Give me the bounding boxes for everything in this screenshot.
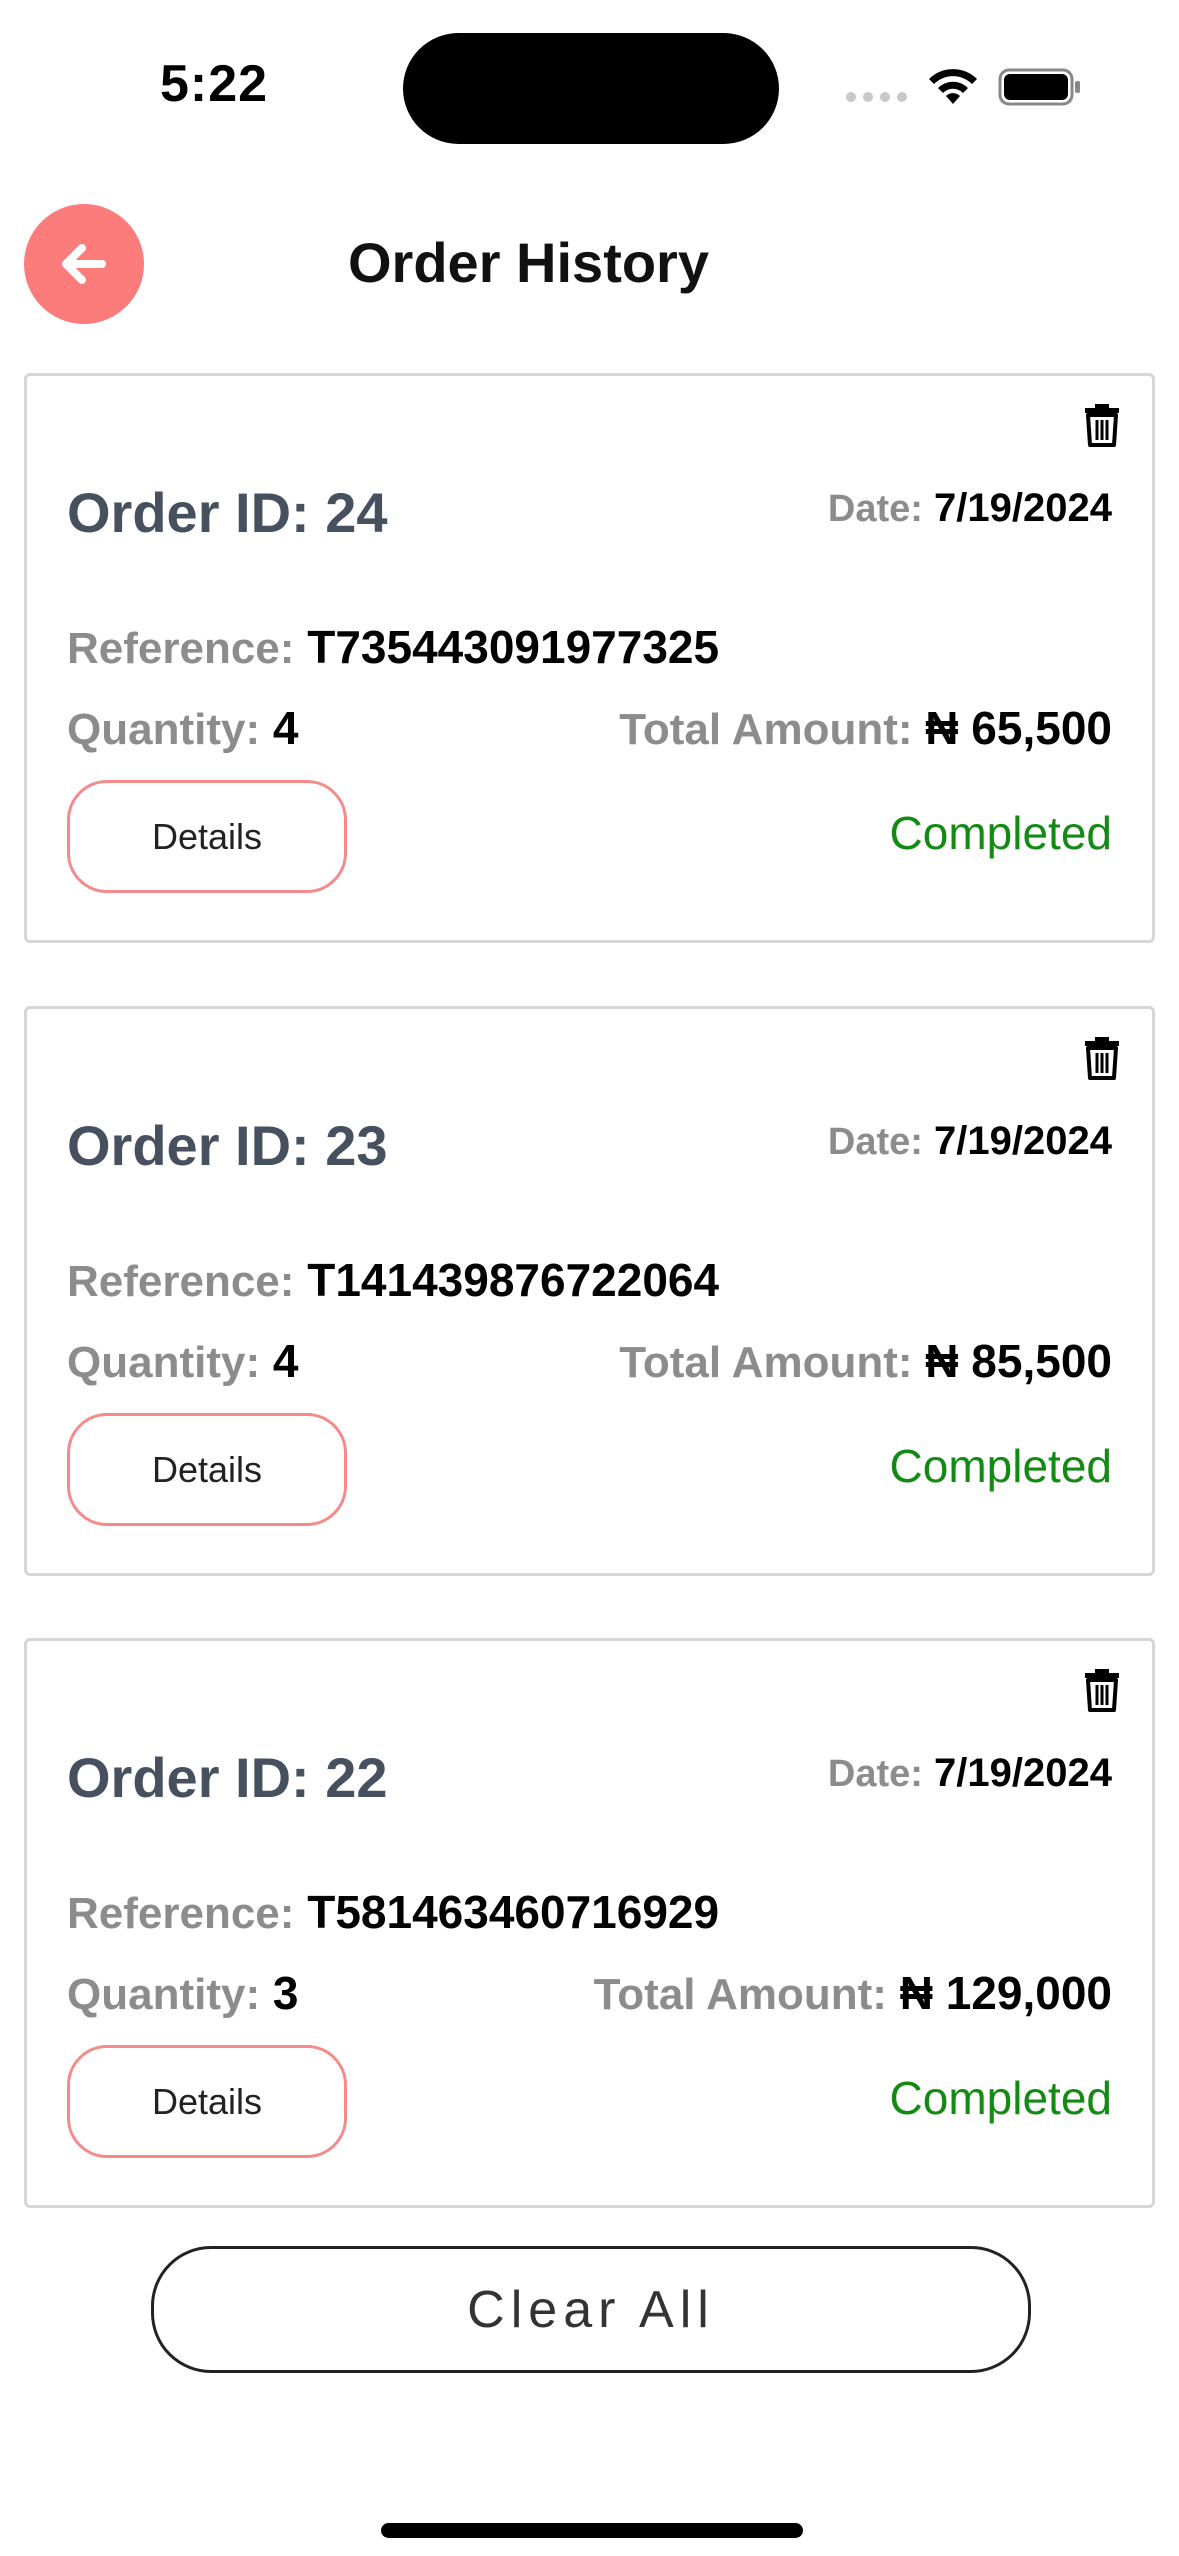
reference-value: T581463460716929 <box>307 1886 720 1938</box>
back-button[interactable] <box>24 204 144 324</box>
home-indicator[interactable] <box>381 2523 803 2538</box>
order-date: Date: 7/19/2024 <box>828 1119 1112 1164</box>
quantity-value: 3 <box>272 1967 299 2019</box>
order-id: Order ID: 22 <box>67 1746 388 1809</box>
order-date: Date: 7/19/2024 <box>828 486 1112 531</box>
amount-value: ₦ 65,500 <box>925 702 1112 754</box>
trash-icon[interactable] <box>1082 1665 1122 1713</box>
amount-value: ₦ 85,500 <box>925 1335 1112 1387</box>
reference-value: T735443091977325 <box>307 621 720 673</box>
amount-label: Total Amount: <box>593 1970 887 2019</box>
details-button[interactable]: Details <box>67 1413 347 1526</box>
amount-label: Total Amount: <box>619 1338 913 1387</box>
wifi-icon <box>929 69 977 104</box>
cellular-signal-icon <box>846 92 907 102</box>
amount-label: Total Amount: <box>619 705 913 754</box>
order-card: Order ID: 23 Date: 7/19/2024 Reference: … <box>24 1006 1155 1576</box>
order-quantity: Quantity: 3 <box>67 1966 298 2020</box>
dynamic-island <box>403 33 779 144</box>
order-quantity: Quantity: 4 <box>67 701 298 755</box>
details-button[interactable]: Details <box>67 780 347 893</box>
order-id: Order ID: 23 <box>67 1114 388 1177</box>
quantity-value: 4 <box>272 702 299 754</box>
arrow-left-icon <box>62 244 106 284</box>
reference-value: T141439876722064 <box>307 1254 720 1306</box>
date-value: 7/19/2024 <box>934 1751 1112 1795</box>
details-button[interactable]: Details <box>67 2045 347 2158</box>
status-badge: Completed <box>889 1440 1112 1492</box>
order-total-amount: Total Amount: ₦ 85,500 <box>619 1334 1112 1388</box>
order-id: Order ID: 24 <box>67 481 388 544</box>
order-card: Order ID: 22 Date: 7/19/2024 Reference: … <box>24 1638 1155 2208</box>
order-reference: Reference: T141439876722064 <box>67 1253 719 1307</box>
date-value: 7/19/2024 <box>934 486 1112 530</box>
quantity-label: Quantity: <box>67 1338 261 1387</box>
quantity-label: Quantity: <box>67 705 261 754</box>
clear-all-button[interactable]: Clear All <box>151 2246 1031 2373</box>
battery-icon <box>998 68 1080 106</box>
status-bar: 5:22 <box>0 0 1179 175</box>
amount-value: ₦ 129,000 <box>899 1967 1112 2019</box>
date-value: 7/19/2024 <box>934 1119 1112 1163</box>
order-total-amount: Total Amount: ₦ 65,500 <box>619 701 1112 755</box>
status-badge: Completed <box>889 807 1112 859</box>
quantity-label: Quantity: <box>67 1970 261 2019</box>
date-label: Date: <box>827 1753 923 1795</box>
order-reference: Reference: T581463460716929 <box>67 1885 719 1939</box>
quantity-value: 4 <box>272 1335 299 1387</box>
status-time: 5:22 <box>160 55 269 113</box>
trash-icon[interactable] <box>1082 1033 1122 1081</box>
reference-label: Reference: <box>67 1889 295 1938</box>
trash-icon[interactable] <box>1082 400 1122 448</box>
reference-label: Reference: <box>67 1257 295 1306</box>
order-total-amount: Total Amount: ₦ 129,000 <box>594 1966 1112 2020</box>
status-badge: Completed <box>889 2072 1112 2124</box>
order-reference: Reference: T735443091977325 <box>67 620 719 674</box>
order-date: Date: 7/19/2024 <box>828 1751 1112 1796</box>
date-label: Date: <box>827 488 923 530</box>
page-title: Order History <box>348 231 709 294</box>
reference-label: Reference: <box>67 624 295 673</box>
order-quantity: Quantity: 4 <box>67 1334 298 1388</box>
order-card: Order ID: 24 Date: 7/19/2024 Reference: … <box>24 373 1155 943</box>
date-label: Date: <box>827 1121 923 1163</box>
